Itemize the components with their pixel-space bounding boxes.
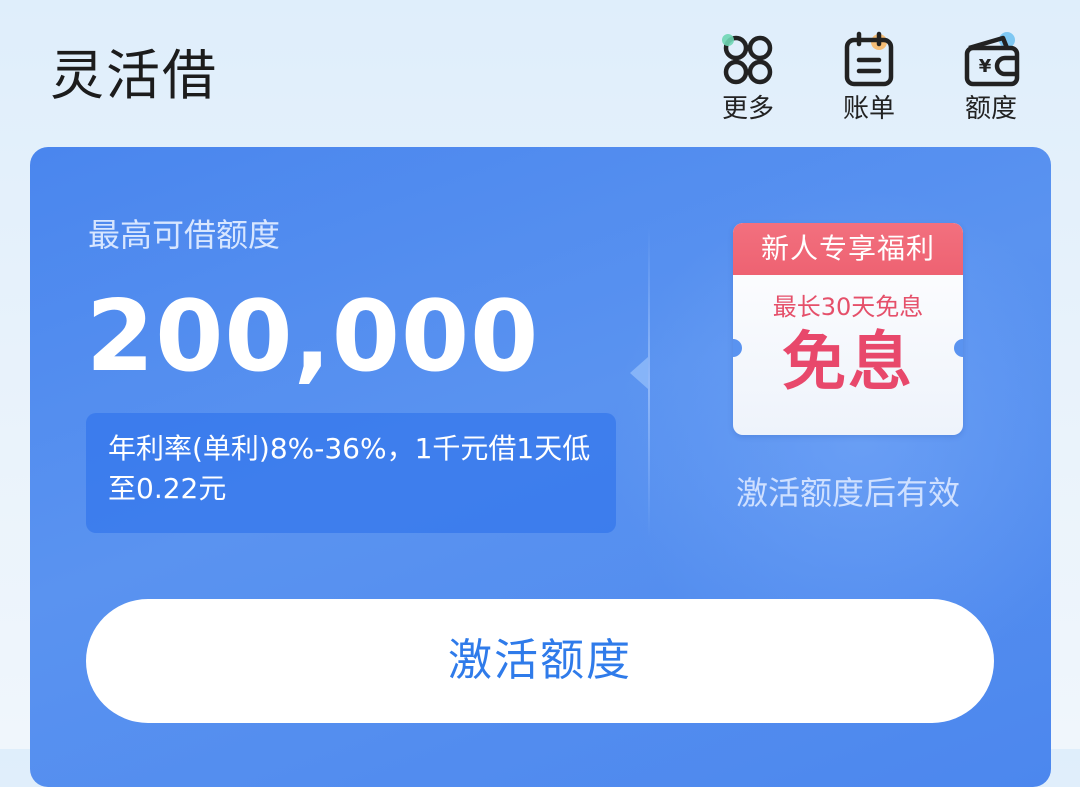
coupon-note: 激活额度后有效	[735, 474, 960, 512]
bill-button[interactable]: 账单	[819, 28, 919, 132]
rate-info: 年利率(单利)8%-36%，1千元借1天低至0.22元	[86, 413, 616, 533]
more-button[interactable]: 更多	[698, 28, 798, 132]
activate-quota-button[interactable]: 激活额度	[86, 599, 994, 723]
quota-button[interactable]: ¥ 额度	[941, 28, 1041, 132]
wallet-icon: ¥	[959, 28, 1023, 92]
loan-card: 最高可借额度 200,000 年利率(单利)8%-36%，1千元借1天低至0.2…	[30, 147, 1051, 787]
quota-label: 额度	[964, 94, 1017, 124]
more-grid-icon	[716, 28, 780, 92]
more-label: 更多	[721, 94, 774, 124]
bill-label: 账单	[842, 94, 895, 124]
coupon-header: 新人专享福利	[733, 223, 963, 275]
limit-amount: 200,000	[86, 280, 540, 394]
coupon-main-text: 免息	[782, 326, 914, 400]
coupon-subtitle: 最长30天免息	[772, 293, 924, 321]
svg-text:¥: ¥	[979, 56, 992, 77]
page-title: 灵活借	[50, 44, 218, 107]
limit-label: 最高可借额度	[88, 216, 281, 254]
welfare-coupon[interactable]: 新人专享福利 最长30天免息 免息	[733, 223, 963, 435]
divider-notch	[630, 357, 648, 389]
bill-icon	[837, 28, 901, 92]
divider	[648, 227, 650, 537]
